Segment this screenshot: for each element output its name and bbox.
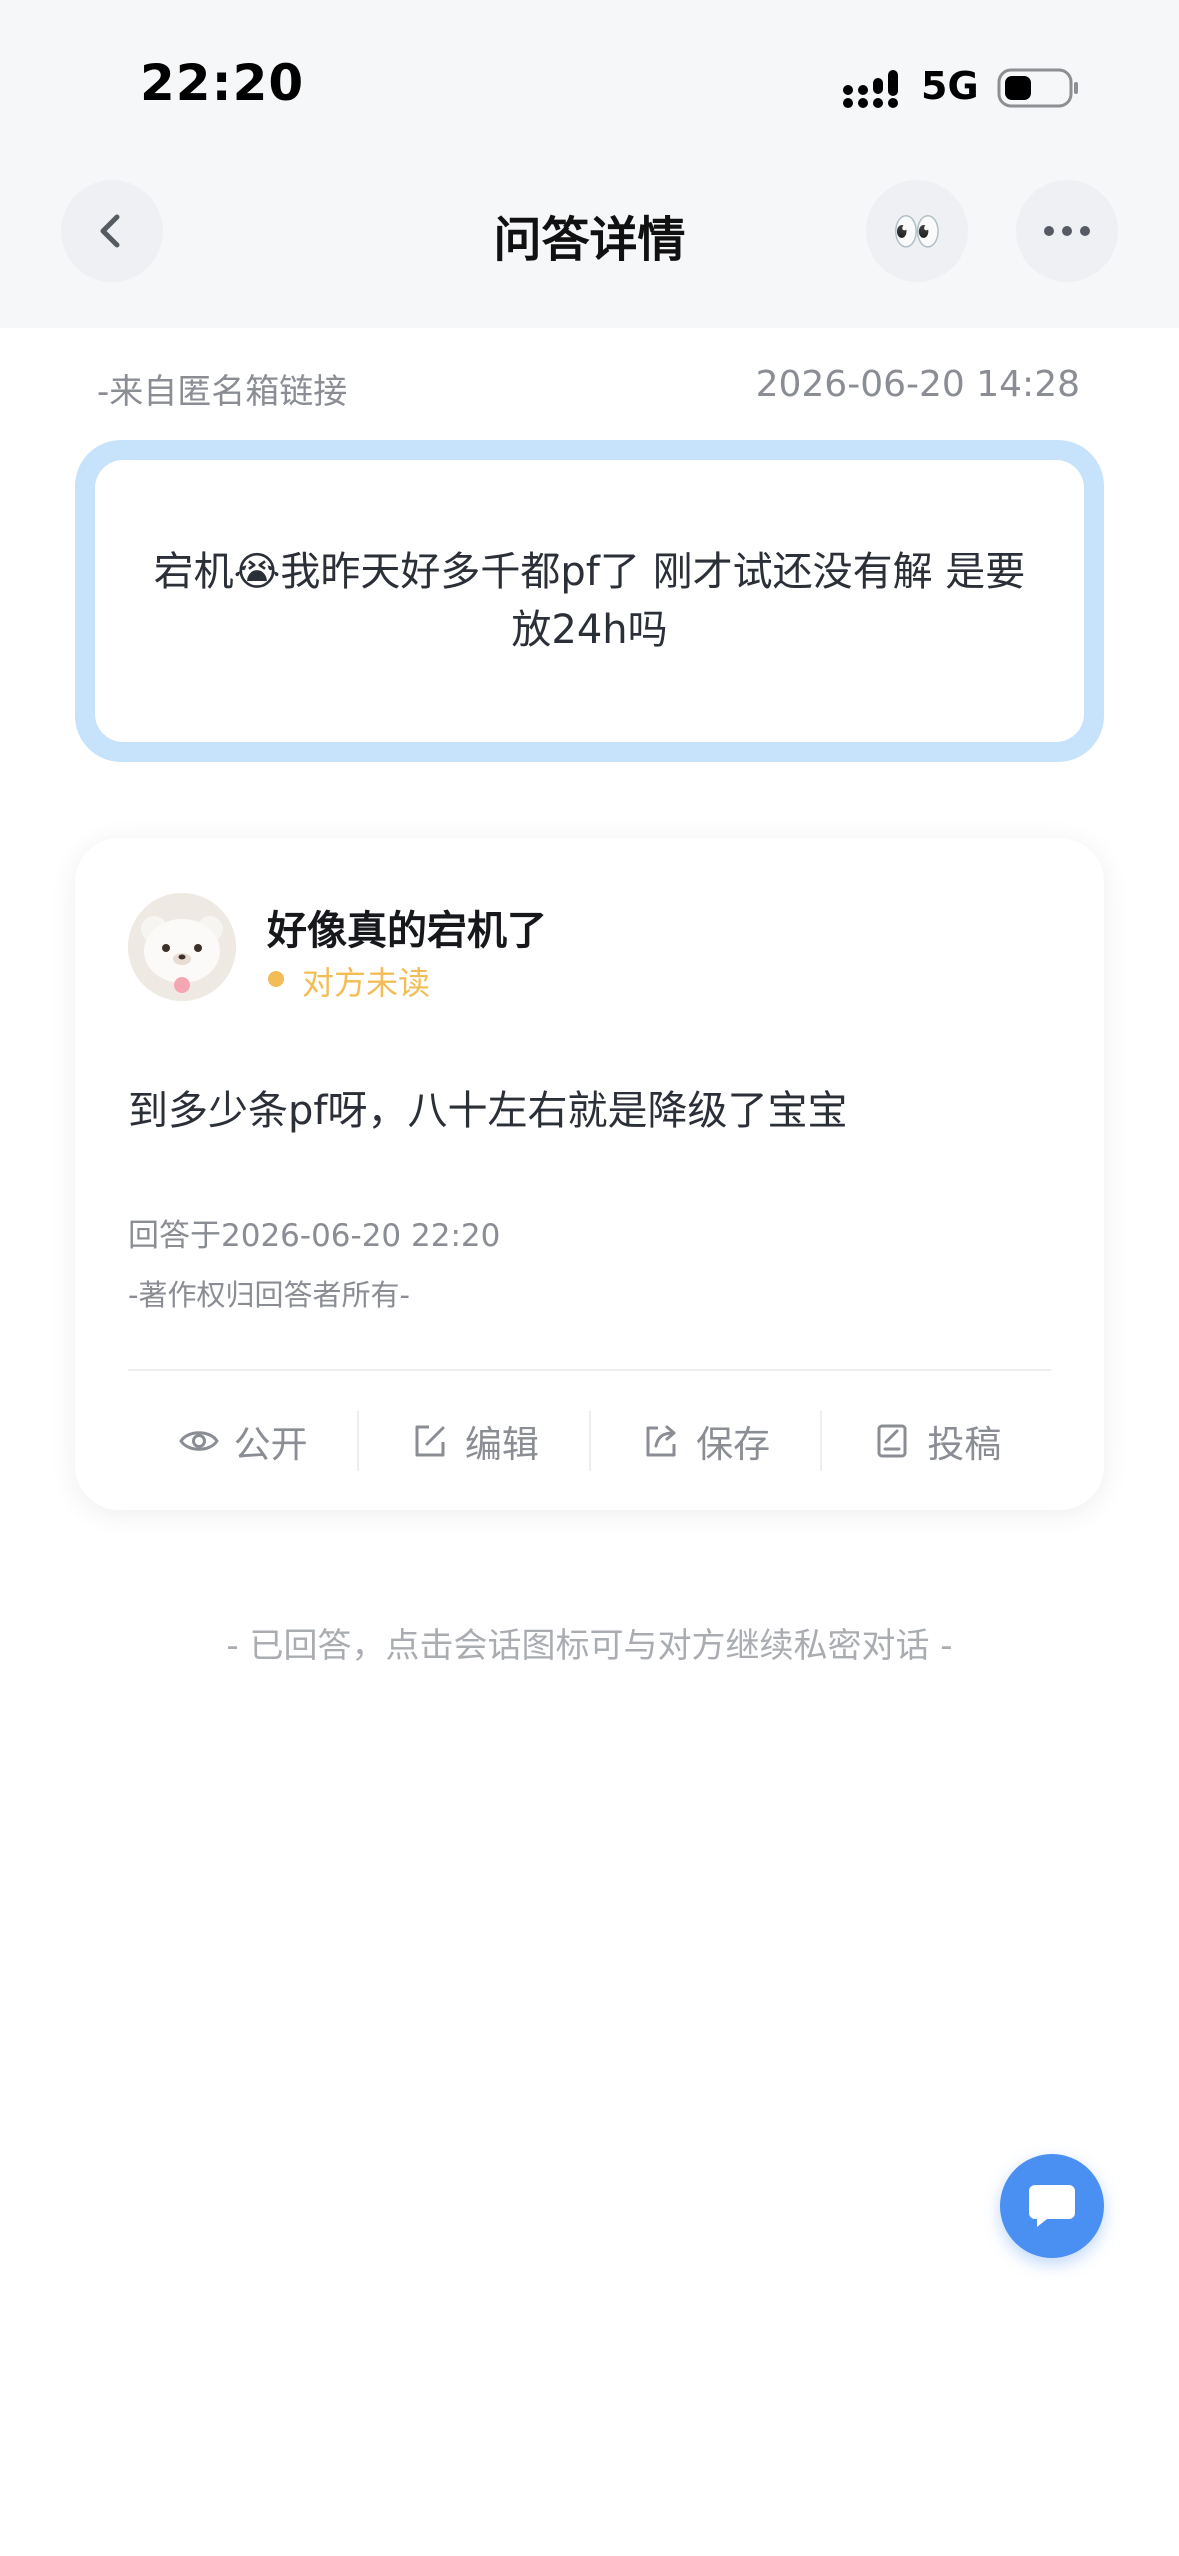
header-area: 22:20 5G 问答详情 👀 (0, 0, 1179, 328)
user-name: 好像真的宕机了 (267, 908, 547, 954)
footer-note: - 已回答，点击会话图标可与对方继续私密对话 - (226, 1626, 953, 1666)
edit-icon (415, 1425, 445, 1456)
page-title: 问答详情 (493, 212, 686, 268)
share-icon (646, 1425, 676, 1456)
battery-icon (997, 68, 1078, 108)
question-card: 宕机😭我昨天好多千都pf了 刚才试还没有解 是要放24h吗 (75, 440, 1104, 762)
eyes-icon: 👀 (892, 208, 942, 255)
answer-card: 好像真的宕机了 对方未读 到多少条pf呀，八十左右就是降级了宝宝 回答于2026… (75, 838, 1104, 1510)
save-label: 保存 (696, 1422, 771, 1466)
save-button[interactable]: 保存 (591, 1410, 822, 1471)
eye-icon (178, 1430, 219, 1451)
question-card-inner: 宕机😭我昨天好多千都pf了 刚才试还没有解 是要放24h吗 (95, 460, 1084, 742)
question-datetime: 2026-06-20 14:28 (755, 364, 1080, 405)
chat-button[interactable] (1000, 2154, 1104, 2258)
network-type: 5G (921, 64, 979, 108)
more-horizontal-icon (1044, 226, 1090, 236)
signal-icon (843, 70, 898, 108)
public-label: 公开 (233, 1422, 308, 1466)
question-text: 宕机😭我昨天好多千都pf了 刚才试还没有解 是要放24h吗 (153, 549, 1026, 653)
question-source: -来自匿名箱链接 (97, 372, 348, 412)
action-bar: 公开 编辑 保存 投稿 (128, 1371, 1051, 1510)
edit-button[interactable]: 编辑 (359, 1410, 591, 1471)
submit-button[interactable]: 投稿 (822, 1411, 1051, 1471)
submit-label: 投稿 (927, 1422, 1002, 1466)
chat-bubble-icon (1029, 2185, 1075, 2227)
bear-avatar-image (128, 893, 236, 1001)
answer-time: 回答于2026-06-20 22:20 (128, 1218, 501, 1254)
status-time: 22:20 (140, 54, 305, 112)
more-button[interactable] (1016, 180, 1118, 282)
copyright-note: -著作权归回答者所有- (128, 1278, 410, 1312)
eyes-button[interactable]: 👀 (866, 180, 968, 282)
avatar[interactable] (128, 893, 236, 1001)
status-badge: 对方未读 (302, 964, 431, 1002)
edit-label: 编辑 (464, 1422, 539, 1466)
status-dot (268, 971, 284, 987)
answer-text: 到多少条pf呀，八十左右就是降级了宝宝 (128, 1088, 848, 1134)
document-icon (877, 1424, 907, 1457)
public-button[interactable]: 公开 (128, 1410, 360, 1471)
